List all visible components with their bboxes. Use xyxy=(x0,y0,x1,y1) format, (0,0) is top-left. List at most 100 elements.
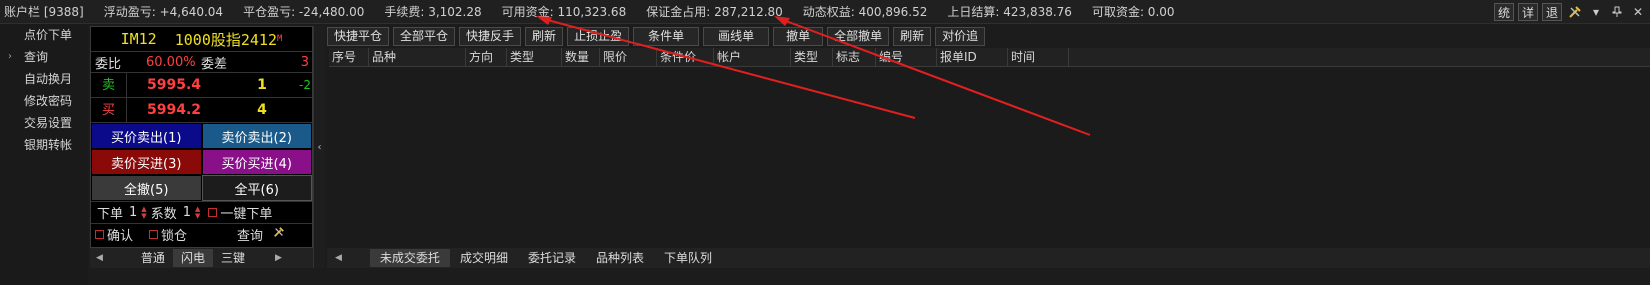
col-index[interactable]: 序号 xyxy=(329,48,369,67)
ask-label: 卖 xyxy=(91,73,127,97)
ask-volume: 1 xyxy=(257,77,267,93)
order-toolbar: 快捷平仓 全部平仓 快捷反手 刷新 止损止盈 条件单 画线单 撤单 全部撤单 刷… xyxy=(327,26,989,47)
nav-item-query[interactable]: › 查询 xyxy=(0,46,88,68)
detail-button[interactable]: 详 xyxy=(1518,3,1538,21)
col-quantity[interactable]: 数量 xyxy=(562,48,600,67)
cancel-order-button[interactable]: 撤单 xyxy=(773,27,824,46)
coef-stepper[interactable]: ▲ ▼ xyxy=(195,205,200,220)
col-order-id[interactable]: 报单ID xyxy=(937,48,1008,67)
bid-row[interactable]: 买 5994.2 4 xyxy=(91,98,312,123)
close-all-button[interactable]: 全平(6) xyxy=(201,175,312,201)
nav-label: 修改密码 xyxy=(24,94,73,108)
scroll-right-icon[interactable]: ▶ xyxy=(275,253,282,263)
refresh-button-2[interactable]: 刷新 xyxy=(893,27,932,46)
buy-price-buy-button[interactable]: 买价买进(4) xyxy=(201,149,312,175)
tools-icon[interactable] xyxy=(273,226,285,242)
one-click-checkbox[interactable] xyxy=(208,208,218,217)
order-ratio-row: 委比 60.00% 委差 3 xyxy=(91,52,312,73)
nav-label: 银期转帐 xyxy=(24,138,73,152)
nav-item-change-password[interactable]: 修改密码 xyxy=(0,90,88,112)
chase-price-button[interactable]: 对价追 xyxy=(935,27,986,46)
quick-order-panel: IM12 1000股指2412 M 委比 60.00% 委差 3 卖 5995.4… xyxy=(90,26,313,248)
col-flag[interactable]: 标志 xyxy=(833,48,876,67)
quick-close-button[interactable]: 快捷平仓 xyxy=(327,27,390,46)
query-link[interactable]: 查询 xyxy=(237,225,263,244)
topbar-controls: 统 详 退 ▾ ✕ xyxy=(1494,0,1650,24)
confirm-checkbox[interactable] xyxy=(95,229,104,239)
bid-volume: 4 xyxy=(257,102,267,118)
contract-name: 1000股指2412 xyxy=(174,30,277,49)
contract-code: IM12 xyxy=(120,30,157,48)
chevron-right-icon: › xyxy=(8,51,12,62)
refresh-button[interactable]: 刷新 xyxy=(525,27,564,46)
ask-row[interactable]: 卖 5995.4 1 -2 xyxy=(91,73,312,98)
tools-icon[interactable] xyxy=(1566,3,1584,21)
order-qty-stepper[interactable]: ▲ ▼ xyxy=(141,205,146,220)
col-account[interactable]: 帐户 xyxy=(714,48,791,67)
collapse-icon[interactable]: ‹ xyxy=(318,142,322,153)
sell-price-sell-button[interactable]: 卖价卖出(2) xyxy=(201,123,312,149)
order-qty-value[interactable]: 1 xyxy=(129,205,137,220)
order-qty-label: 下单 xyxy=(97,207,124,222)
left-nav: 点价下单 › 查询 自动换月 修改密码 交易设置 银期转帐 xyxy=(0,24,88,285)
pending-orders-table[interactable]: 序号 品种 方向 类型 数量 限价 条件价 帐户 类型 标志 编号 报单ID 时… xyxy=(329,48,1650,248)
col-limit-price[interactable]: 限价 xyxy=(600,48,657,67)
col-direction[interactable]: 方向 xyxy=(466,48,507,67)
account-bar: 账户栏 [9388] 浮动盈亏: +4,640.04 平仓盈亏: -24,480… xyxy=(0,0,1650,24)
coef-value[interactable]: 1 xyxy=(183,205,191,220)
nav-item-auto-rollover[interactable]: 自动换月 xyxy=(0,68,88,90)
diff-value: 3 xyxy=(300,54,309,70)
quick-reverse-button[interactable]: 快捷反手 xyxy=(459,27,522,46)
sell-price-buy-button[interactable]: 卖价买进(3) xyxy=(91,149,202,175)
table-header: 序号 品种 方向 类型 数量 限价 条件价 帐户 类型 标志 编号 报单ID 时… xyxy=(329,48,1650,67)
col-time[interactable]: 时间 xyxy=(1008,48,1069,67)
scroll-left-icon[interactable]: ◀ xyxy=(335,253,342,263)
ratio-value: 60.00% xyxy=(146,54,196,70)
close-all-positions-button[interactable]: 全部平仓 xyxy=(393,27,456,46)
nav-item-click-order[interactable]: 点价下单 xyxy=(0,24,88,46)
panel-tab-bar: ◀ 普通 闪电 三键 ▶ xyxy=(90,248,313,268)
close-pnl: 平仓盈亏: -24,480.00 xyxy=(243,5,365,19)
order-options-row: 下单 1 ▲ ▼ 系数 1 ▲ ▼ 一键下单 xyxy=(91,201,312,223)
col-product[interactable]: 品种 xyxy=(369,48,466,67)
tab-order-queue[interactable]: 下单队列 xyxy=(654,249,722,267)
close-icon[interactable]: ✕ xyxy=(1629,3,1647,21)
ask-change: -2 xyxy=(299,78,311,92)
cancel-all-orders-button[interactable]: 全部撤单 xyxy=(827,27,890,46)
pin-icon[interactable] xyxy=(1608,3,1626,21)
one-click-label: 一键下单 xyxy=(220,207,273,222)
conditional-order-button[interactable]: 条件单 xyxy=(633,27,700,46)
coef-label: 系数 xyxy=(150,207,177,222)
contract-title[interactable]: IM12 1000股指2412 M xyxy=(91,27,312,52)
cancel-all-button[interactable]: 全撤(5) xyxy=(91,175,202,201)
tab-normal[interactable]: 普通 xyxy=(133,249,173,267)
available-funds: 可用资金: 110,323.68 xyxy=(501,5,627,19)
col-type[interactable]: 类型 xyxy=(507,48,562,67)
logout-button[interactable]: 退 xyxy=(1542,3,1562,21)
dropdown-icon[interactable]: ▾ xyxy=(1587,3,1605,21)
bottom-tab-bar: ◀ 未成交委托 成交明细 委托记录 品种列表 下单队列 xyxy=(327,248,1650,268)
tab-flash[interactable]: 闪电 xyxy=(172,249,213,267)
tab-trades[interactable]: 成交明细 xyxy=(450,249,518,267)
lock-checkbox[interactable] xyxy=(149,229,159,239)
tab-product-list[interactable]: 品种列表 xyxy=(586,249,654,267)
buy-price-sell-button[interactable]: 买价卖出(1) xyxy=(91,123,202,149)
stop-loss-profit-button[interactable]: 止损止盈 xyxy=(567,27,630,46)
diff-label: 委差 xyxy=(201,56,228,72)
col-number[interactable]: 编号 xyxy=(876,48,937,67)
nav-item-bank-transfer[interactable]: 银期转帐 xyxy=(0,134,88,156)
scroll-left-icon[interactable]: ◀ xyxy=(96,253,103,263)
col-condition-price[interactable]: 条件价 xyxy=(657,48,714,67)
panel-splitter[interactable]: ‹ xyxy=(313,26,325,268)
lock-label: 锁仓 xyxy=(161,228,188,244)
tab-pending-orders[interactable]: 未成交委托 xyxy=(369,249,450,267)
stats-button[interactable]: 统 xyxy=(1494,3,1514,21)
account-label: 账户栏 [9388] xyxy=(4,5,84,19)
prev-settlement: 上日结算: 423,838.76 xyxy=(947,5,1072,19)
col-type-2[interactable]: 类型 xyxy=(791,48,833,67)
tab-order-records[interactable]: 委托记录 xyxy=(518,249,586,267)
line-order-button[interactable]: 画线单 xyxy=(703,27,770,46)
nav-item-trade-settings[interactable]: 交易设置 xyxy=(0,112,88,134)
tab-three-key[interactable]: 三键 xyxy=(213,249,253,267)
fee: 手续费: 3,102.28 xyxy=(384,5,482,19)
